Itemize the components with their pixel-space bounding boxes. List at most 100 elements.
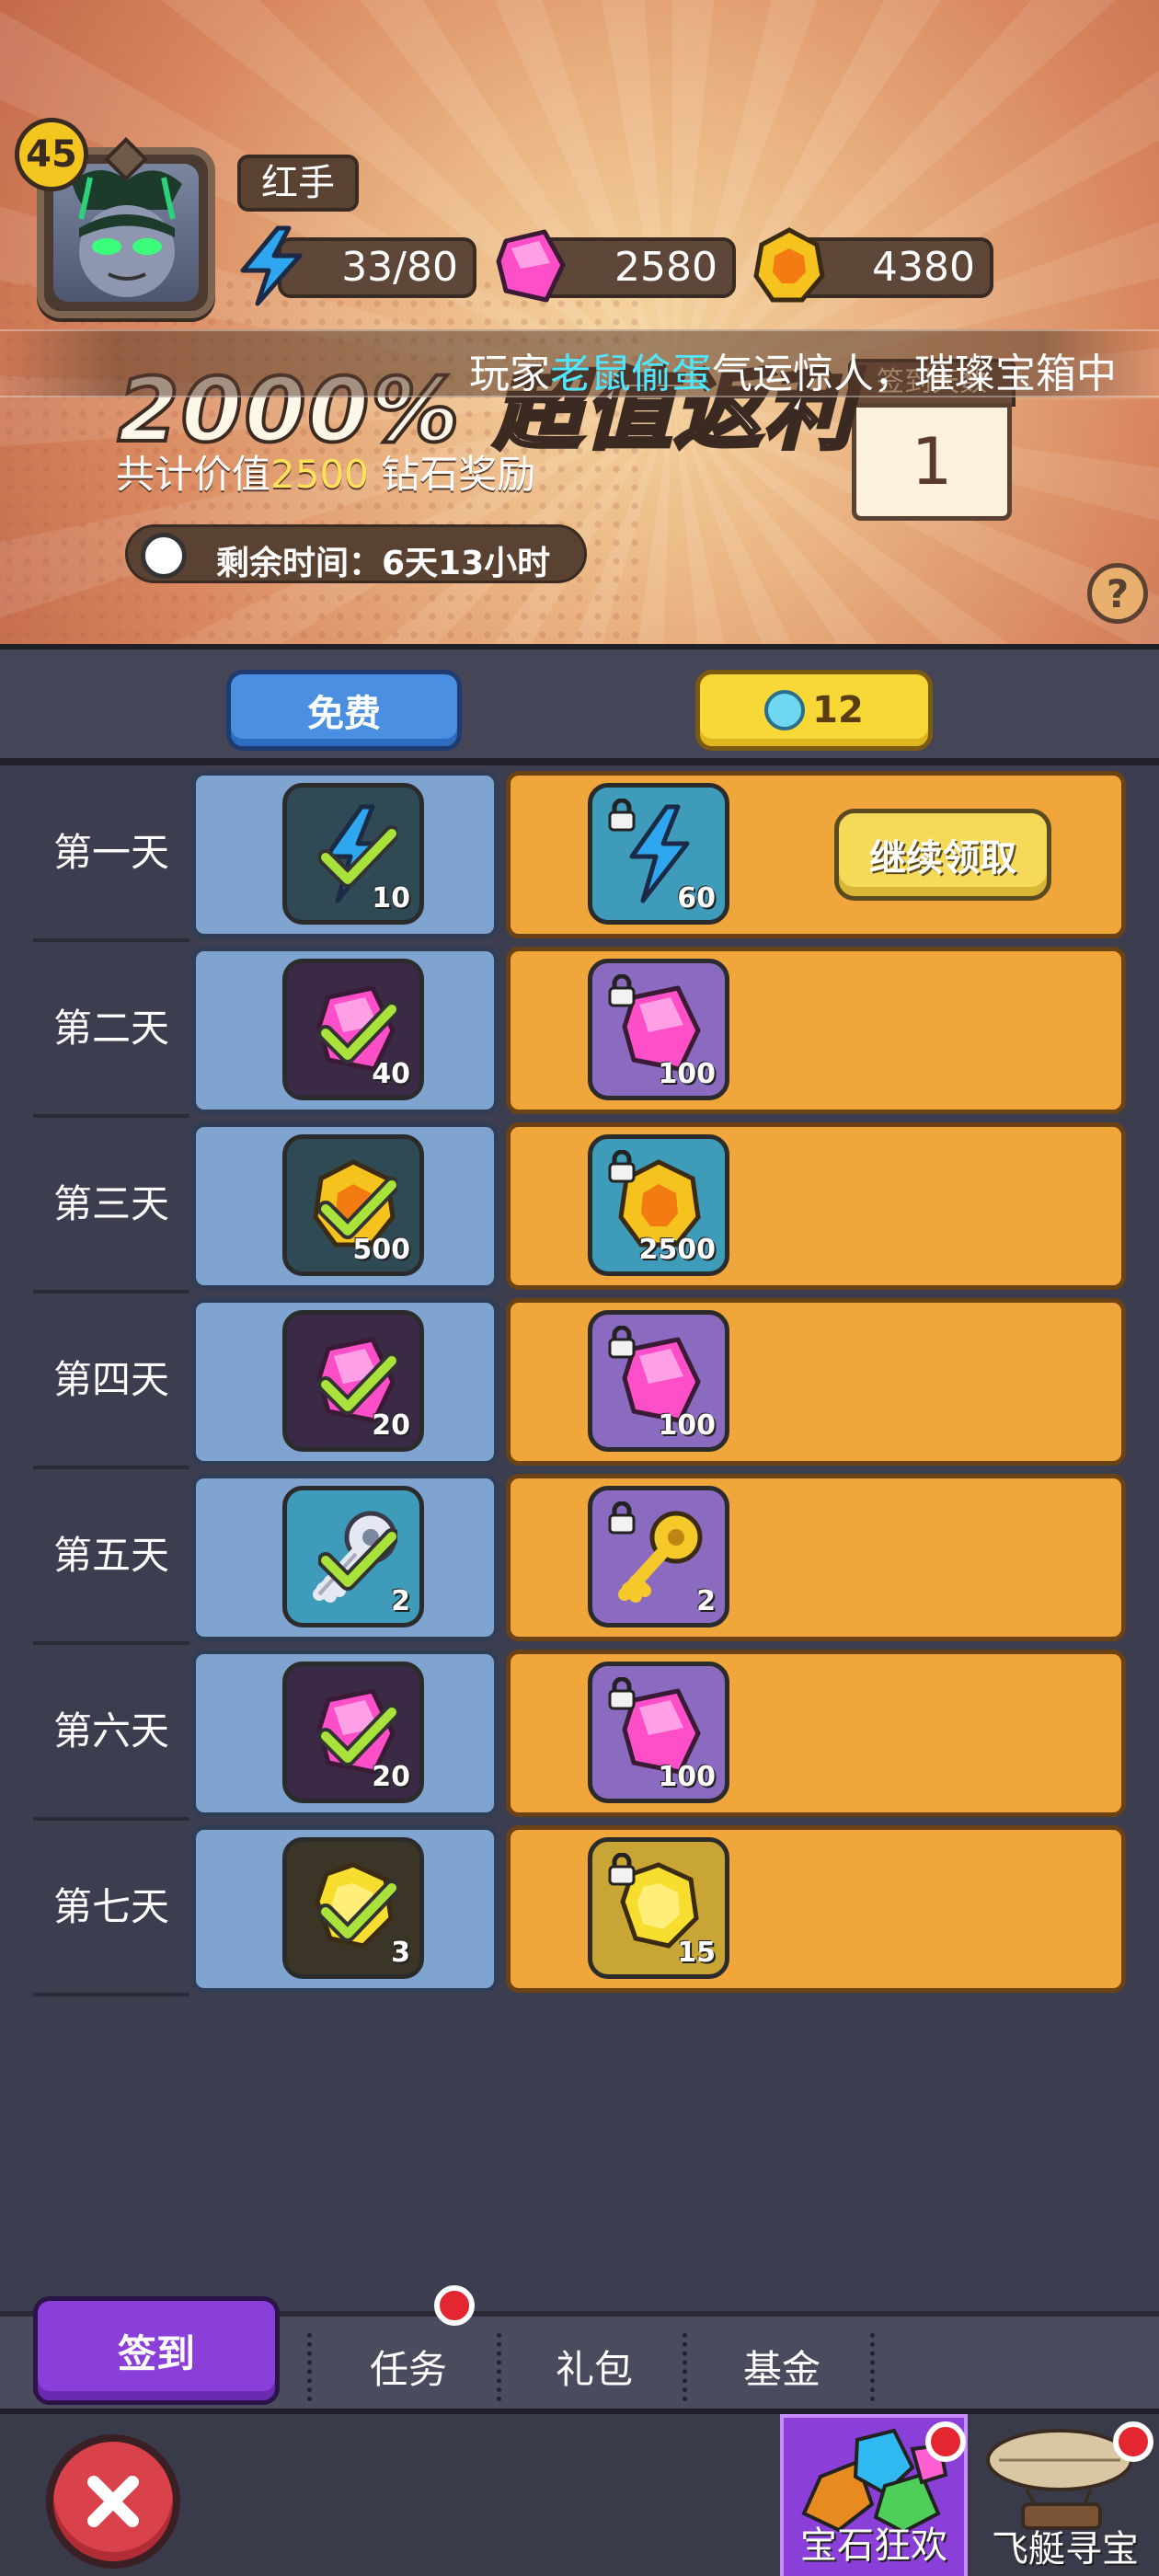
day-label: 第二天 (52, 1006, 169, 1051)
tasks-notification-dot (434, 2285, 475, 2326)
lock-icon (608, 799, 636, 832)
row-divider (33, 1993, 189, 1996)
day-label: 第六天 (52, 1708, 169, 1754)
reward-count: 500 (352, 1234, 410, 1266)
free-reward-item[interactable]: 3 (282, 1837, 424, 1979)
reward-count: 100 (658, 1761, 716, 1793)
continue-claim-button[interactable]: 继续领取 (834, 809, 1051, 901)
day-row: 第六天 20 100 (0, 1644, 1159, 1821)
airship-label: 飞艇寻宝 (992, 2528, 1139, 2570)
lock-icon (608, 1677, 636, 1710)
gem-value: 2580 (614, 244, 717, 291)
airship-notification-dot (1113, 2421, 1153, 2462)
reward-count: 20 (372, 1409, 410, 1442)
paid-reward-item[interactable]: 2 (588, 1486, 729, 1627)
reward-count: 100 (658, 1409, 716, 1442)
paid-reward-cell[interactable]: 15 (506, 1825, 1126, 1993)
reward-tier-header: 免费 12 (0, 644, 1159, 765)
reward-count: 100 (658, 1058, 716, 1090)
day-row: 第七天 3 15 (0, 1820, 1159, 1996)
paid-reward-cell[interactable]: 2 (506, 1474, 1126, 1641)
free-reward-cell[interactable]: 20 (191, 1650, 499, 1817)
tab-divider (307, 2333, 312, 2401)
free-reward-item[interactable]: 500 (282, 1134, 424, 1276)
reward-count: 40 (372, 1058, 410, 1090)
paid-tier-label: 12 (812, 689, 864, 731)
reward-count: 20 (372, 1761, 410, 1793)
help-button[interactable]: ? (1087, 563, 1148, 624)
broadcast-ticker: 玩家老鼠偷蛋气运惊人，璀璨宝箱中 (0, 329, 1159, 397)
tab-divider (870, 2333, 875, 2401)
energy-icon (240, 225, 303, 306)
close-icon (87, 2476, 139, 2527)
claimed-check-icon (318, 1177, 397, 1239)
reward-count: 15 (677, 1937, 716, 1969)
tab-gifts[interactable]: 礼包 (502, 2339, 686, 2395)
lock-icon (608, 1326, 636, 1359)
paid-reward-item[interactable]: 60 (588, 783, 729, 925)
paid-reward-cell[interactable]: 100 (506, 947, 1126, 1114)
day-row: 第三天 500 2500 (0, 1117, 1159, 1294)
claimed-check-icon (318, 1704, 397, 1766)
paid-reward-cell[interactable]: 100 (506, 1650, 1126, 1817)
free-reward-item[interactable]: 20 (282, 1662, 424, 1803)
paid-reward-item[interactable]: 100 (588, 1310, 729, 1452)
free-tier-label: 免费 (307, 693, 381, 735)
free-reward-item[interactable]: 2 (282, 1486, 424, 1627)
day-row: 第五天 2 2 (0, 1468, 1159, 1645)
gem-carnival-label: 宝石狂欢 (800, 2524, 947, 2567)
reward-count: 2 (391, 1585, 410, 1617)
reward-count: 10 (372, 882, 410, 914)
remaining-time: 剩余时间：6天13小时 (125, 524, 587, 583)
signin-days-value: 1 (852, 403, 1012, 521)
lock-icon (608, 974, 636, 1007)
ticker-text: 玩家老鼠偷蛋气运惊人，璀璨宝箱中 (469, 340, 1117, 397)
day-label: 第五天 (52, 1533, 169, 1578)
paid-tier-tab[interactable]: 12 (695, 670, 933, 751)
coin-value: 4380 (872, 244, 975, 291)
event-header: 45 红手 33/80 2580 4380 2000% 超值返利 共计价值250… (0, 0, 1159, 644)
bottom-shortcut-bar: 宝石狂欢 飞艇寻宝 (0, 2409, 1159, 2576)
lock-icon (608, 1501, 636, 1535)
ticker-player-name: 老鼠偷蛋 (550, 351, 712, 397)
lock-icon (608, 1853, 636, 1886)
reward-count: 3 (391, 1937, 410, 1969)
paid-reward-cell[interactable]: 60 继续领取 (506, 771, 1126, 938)
paid-reward-cell[interactable]: 2500 (506, 1122, 1126, 1290)
tab-fund[interactable]: 基金 (690, 2339, 874, 2395)
tab-signin[interactable]: 签到 (33, 2296, 280, 2405)
clock-icon (141, 533, 187, 579)
free-reward-cell[interactable]: 20 (191, 1298, 499, 1466)
tab-divider (683, 2333, 687, 2401)
paid-reward-item[interactable]: 15 (588, 1837, 729, 1979)
paid-reward-item[interactable]: 100 (588, 1662, 729, 1803)
close-button[interactable] (46, 2434, 180, 2569)
free-reward-cell[interactable]: 40 (191, 947, 499, 1114)
free-reward-item[interactable]: 40 (282, 959, 424, 1100)
free-tier-tab[interactable]: 免费 (226, 670, 462, 751)
free-reward-cell[interactable]: 500 (191, 1122, 499, 1290)
day-row: 第一天 10 60 继续领取 (0, 765, 1159, 942)
free-reward-cell[interactable]: 3 (191, 1825, 499, 1993)
day-label: 第四天 (52, 1357, 169, 1402)
day-label: 第七天 (52, 1884, 169, 1929)
reward-count: 2500 (638, 1234, 717, 1266)
paid-reward-cell[interactable]: 100 (506, 1298, 1126, 1466)
free-reward-item[interactable]: 10 (282, 783, 424, 925)
ticker-prefix: 玩家 (469, 351, 550, 397)
paid-reward-item[interactable]: 100 (588, 959, 729, 1100)
demon-avatar-icon (72, 169, 182, 297)
free-reward-cell[interactable]: 10 (191, 771, 499, 938)
claimed-check-icon (318, 1001, 397, 1064)
tab-tasks[interactable]: 任务 (316, 2339, 500, 2395)
reward-count: 2 (696, 1585, 716, 1617)
remaining-time-text: 剩余时间：6天13小时 (216, 545, 551, 582)
energy-value: 33/80 (341, 244, 458, 291)
claimed-check-icon (318, 1528, 397, 1591)
paid-reward-item[interactable]: 2500 (588, 1134, 729, 1276)
tab-signin-label: 签到 (117, 2330, 195, 2376)
player-level-badge: 45 (15, 118, 88, 191)
free-reward-cell[interactable]: 2 (191, 1474, 499, 1641)
coin-icon (753, 227, 825, 303)
free-reward-item[interactable]: 20 (282, 1310, 424, 1452)
